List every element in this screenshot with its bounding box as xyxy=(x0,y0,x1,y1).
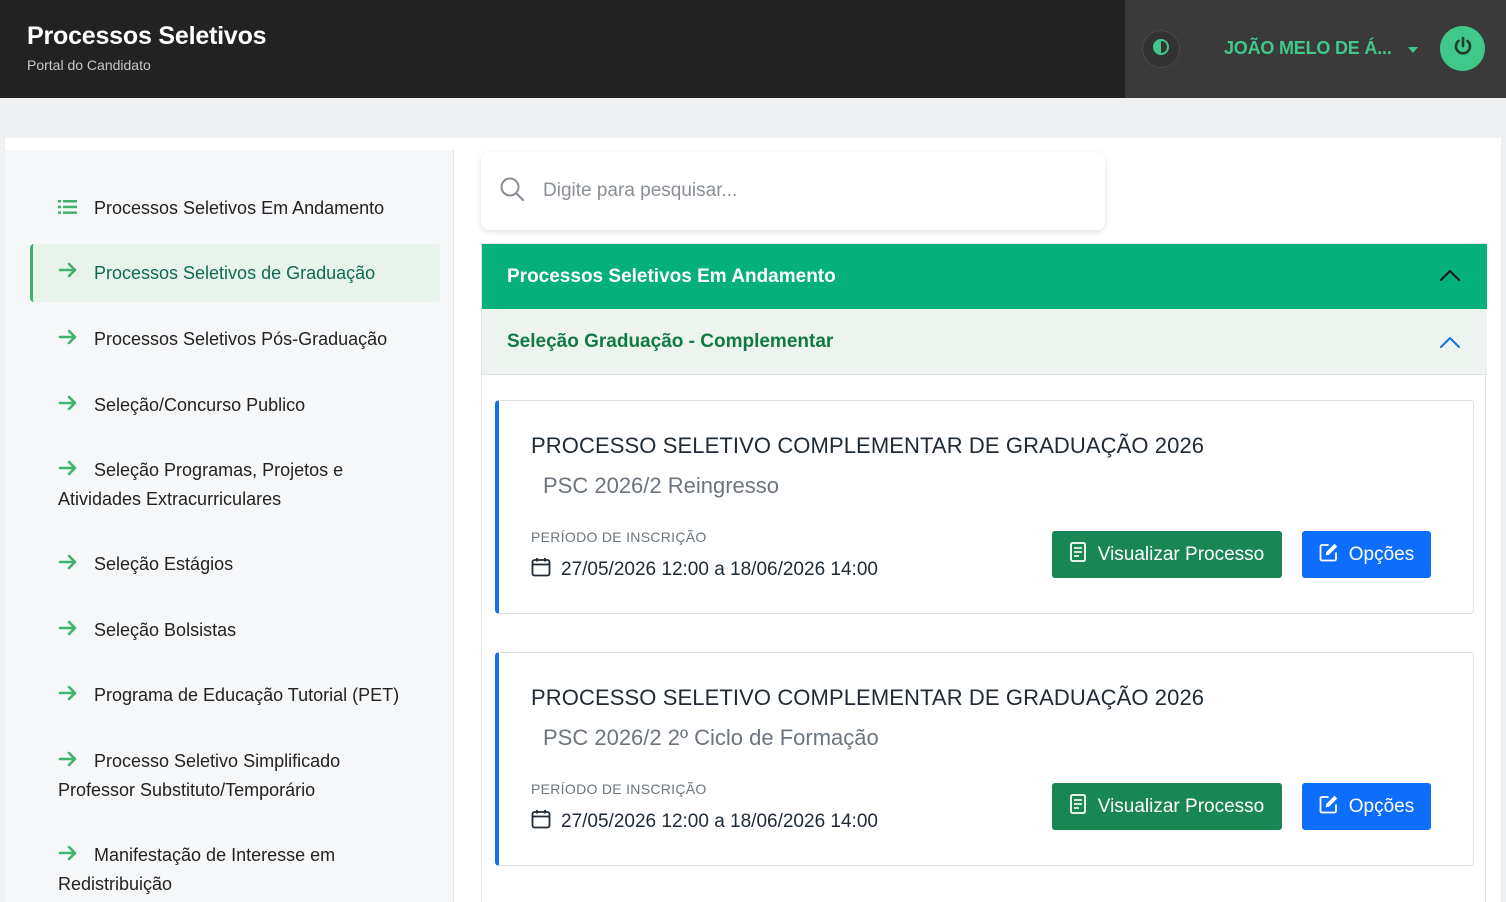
sidebar-item-label: Processos Seletivos Pós-Graduação xyxy=(94,329,388,349)
sidebar-item-label: Seleção/Concurso Publico xyxy=(94,395,306,415)
sidebar-item-label: Processos Seletivos Em Andamento xyxy=(94,198,385,218)
arrow-right-icon xyxy=(58,842,78,870)
edit-icon xyxy=(1319,542,1339,568)
sidebar: Processos Seletivos Em Andamento Process… xyxy=(5,150,454,902)
sidebar-item-graduacao[interactable]: Processos Seletivos de Graduação xyxy=(30,244,440,302)
user-menu-button[interactable]: JOÃO MELO DE Á... xyxy=(1224,38,1418,59)
arrow-right-icon xyxy=(58,617,78,645)
options-button[interactable]: Opções xyxy=(1302,783,1431,830)
sidebar-item-redistribuicao[interactable]: Manifestação de Interesse em Redistribui… xyxy=(30,841,360,898)
view-process-button[interactable]: Visualizar Processo xyxy=(1052,531,1282,578)
search-input[interactable] xyxy=(543,180,1063,202)
sidebar-item-label: Seleção Estágios xyxy=(94,554,234,574)
view-process-button[interactable]: Visualizar Processo xyxy=(1052,783,1282,830)
document-icon xyxy=(1069,541,1086,568)
options-button[interactable]: Opções xyxy=(1302,531,1431,578)
section-title: Processos Seletivos Em Andamento xyxy=(507,265,836,287)
sidebar-item-bolsistas[interactable]: Seleção Bolsistas xyxy=(30,616,440,645)
document-icon xyxy=(1069,793,1086,820)
arrow-right-icon xyxy=(58,326,78,354)
calendar-icon xyxy=(531,557,551,583)
sidebar-item-estagios[interactable]: Seleção Estágios xyxy=(30,550,440,579)
period-text: 27/05/2026 12:00 a 18/06/2026 14:00 xyxy=(561,559,878,580)
process-card: PROCESSO SELETIVO COMPLEMENTAR DE GRADUA… xyxy=(495,652,1474,866)
view-process-label: Visualizar Processo xyxy=(1097,795,1265,817)
period-text: 27/05/2026 12:00 a 18/06/2026 14:00 xyxy=(561,811,878,832)
process-title: PROCESSO SELETIVO COMPLEMENTAR DE GRADUA… xyxy=(531,433,1205,458)
user-name-label: JOÃO MELO DE Á... xyxy=(1224,38,1392,58)
app-subtitle: Portal do Candidato xyxy=(27,57,151,73)
sidebar-item-label: Processos Seletivos de Graduação xyxy=(94,263,376,283)
theme-toggle-button[interactable] xyxy=(1142,30,1180,68)
sidebar-item-programas-projetos[interactable]: Seleção Programas, Projetos e Atividades… xyxy=(30,456,390,513)
chevron-up-icon[interactable] xyxy=(1439,266,1461,288)
process-subtitle: PSC 2026/2 Reingresso xyxy=(543,473,780,498)
edit-icon xyxy=(1319,794,1339,820)
arrow-right-icon xyxy=(58,392,78,420)
sidebar-item-em-andamento[interactable]: Processos Seletivos Em Andamento xyxy=(30,194,440,223)
section-header[interactable]: Processos Seletivos Em Andamento xyxy=(482,244,1487,309)
brand: Processos Seletivos Portal do Candidato xyxy=(27,22,267,73)
chevron-up-icon[interactable] xyxy=(1439,333,1461,355)
caret-down-icon xyxy=(1407,46,1418,53)
sidebar-item-label: Seleção Programas, Projetos e Atividades… xyxy=(58,460,344,510)
sidebar-item-pet[interactable]: Programa de Educação Tutorial (PET) xyxy=(30,681,440,710)
list-icon xyxy=(58,195,78,223)
options-label: Opções xyxy=(1348,795,1415,817)
arrow-right-icon xyxy=(58,259,78,287)
group-header[interactable]: Seleção Graduação - Complementar xyxy=(482,309,1487,375)
process-panel: Processos Seletivos Em Andamento Seleção… xyxy=(481,243,1487,902)
view-process-label: Visualizar Processo xyxy=(1097,543,1265,565)
arrow-right-icon xyxy=(58,682,78,710)
sidebar-item-concurso-publico[interactable]: Seleção/Concurso Publico xyxy=(30,391,440,420)
arrow-right-icon xyxy=(58,457,78,485)
period-label: PERÍODO DE INSCRIÇÃO xyxy=(531,529,707,545)
sidebar-item-professor-substituto[interactable]: Processo Seletivo Simplificado Professor… xyxy=(30,747,360,804)
user-area: JOÃO MELO DE Á... xyxy=(1125,0,1506,98)
period-value: 27/05/2026 12:00 a 18/06/2026 14:00 xyxy=(531,557,878,583)
app-title: Processos Seletivos xyxy=(27,22,267,50)
period-label: PERÍODO DE INSCRIÇÃO xyxy=(531,781,707,797)
process-card: PROCESSO SELETIVO COMPLEMENTAR DE GRADUA… xyxy=(495,400,1474,614)
contrast-icon xyxy=(1152,38,1170,61)
options-label: Opções xyxy=(1348,543,1415,565)
sidebar-item-label: Programa de Educação Tutorial (PET) xyxy=(94,685,400,705)
search-icon xyxy=(499,176,525,207)
sidebar-item-label: Seleção Bolsistas xyxy=(94,620,237,640)
process-title: PROCESSO SELETIVO COMPLEMENTAR DE GRADUA… xyxy=(531,685,1205,710)
logout-button[interactable] xyxy=(1440,26,1485,71)
power-icon xyxy=(1452,35,1474,62)
group-title: Seleção Graduação - Complementar xyxy=(507,330,834,352)
calendar-icon xyxy=(531,809,551,835)
top-bar: Processos Seletivos Portal do Candidato … xyxy=(0,0,1506,98)
arrow-right-icon xyxy=(58,748,78,776)
sidebar-item-label: Processo Seletivo Simplificado Professor… xyxy=(58,751,341,801)
search-box xyxy=(481,152,1105,230)
period-value: 27/05/2026 12:00 a 18/06/2026 14:00 xyxy=(531,809,878,835)
sidebar-item-pos-graduacao[interactable]: Processos Seletivos Pós-Graduação xyxy=(30,325,440,354)
process-subtitle: PSC 2026/2 2º Ciclo de Formação xyxy=(543,725,879,750)
arrow-right-icon xyxy=(58,551,78,579)
sidebar-item-label: Manifestação de Interesse em Redistribui… xyxy=(58,845,336,895)
